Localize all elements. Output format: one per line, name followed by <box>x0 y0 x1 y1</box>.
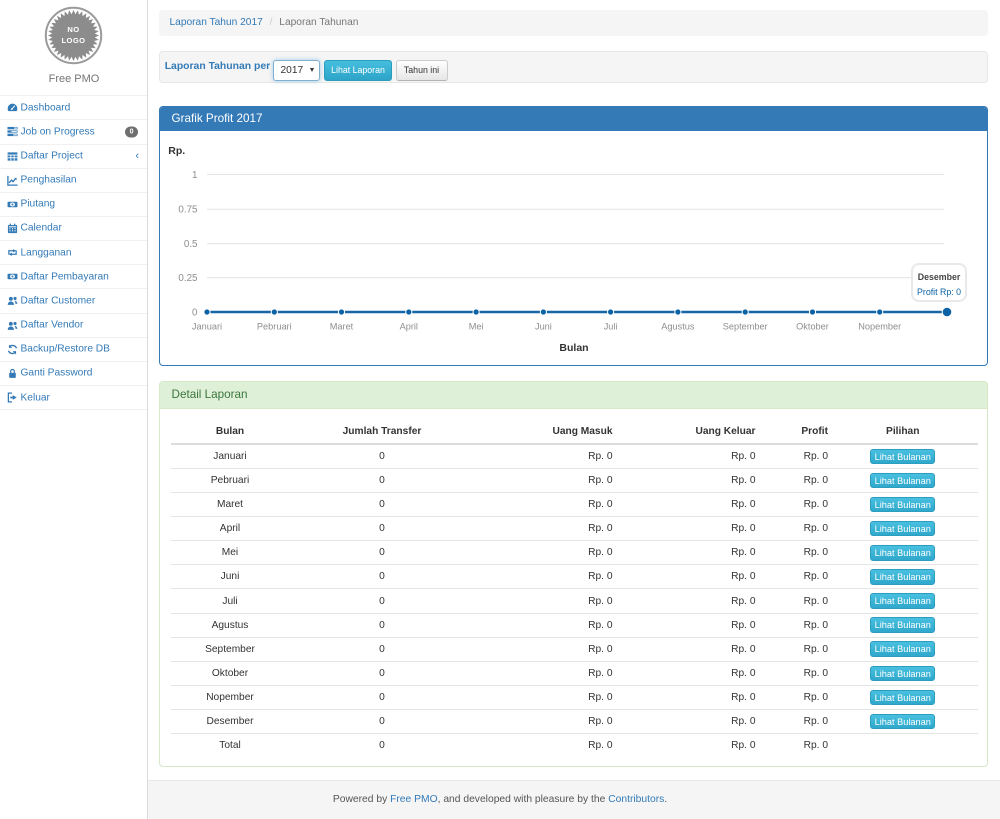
svg-text:NO: NO <box>67 25 79 34</box>
svg-text:Agustus: Agustus <box>661 321 695 331</box>
svg-text:0.75: 0.75 <box>178 205 198 216</box>
svg-text:0.5: 0.5 <box>184 239 198 250</box>
svg-text:1: 1 <box>192 170 197 181</box>
svg-text:Januari: Januari <box>192 321 222 331</box>
svg-text:Juni: Juni <box>535 321 552 331</box>
svg-text:Nopember: Nopember <box>858 321 901 331</box>
svg-text:0: 0 <box>192 307 198 318</box>
svg-text:Juli: Juli <box>604 321 618 331</box>
svg-text:0.25: 0.25 <box>178 273 198 284</box>
svg-text:April: April <box>400 321 418 331</box>
svg-text:Maret: Maret <box>330 321 354 331</box>
svg-text:September: September <box>723 321 768 331</box>
svg-text:LOGO: LOGO <box>62 36 86 45</box>
svg-text:Oktober: Oktober <box>796 321 829 331</box>
svg-text:Mei: Mei <box>469 321 484 331</box>
svg-text:Pebruari: Pebruari <box>257 321 292 331</box>
